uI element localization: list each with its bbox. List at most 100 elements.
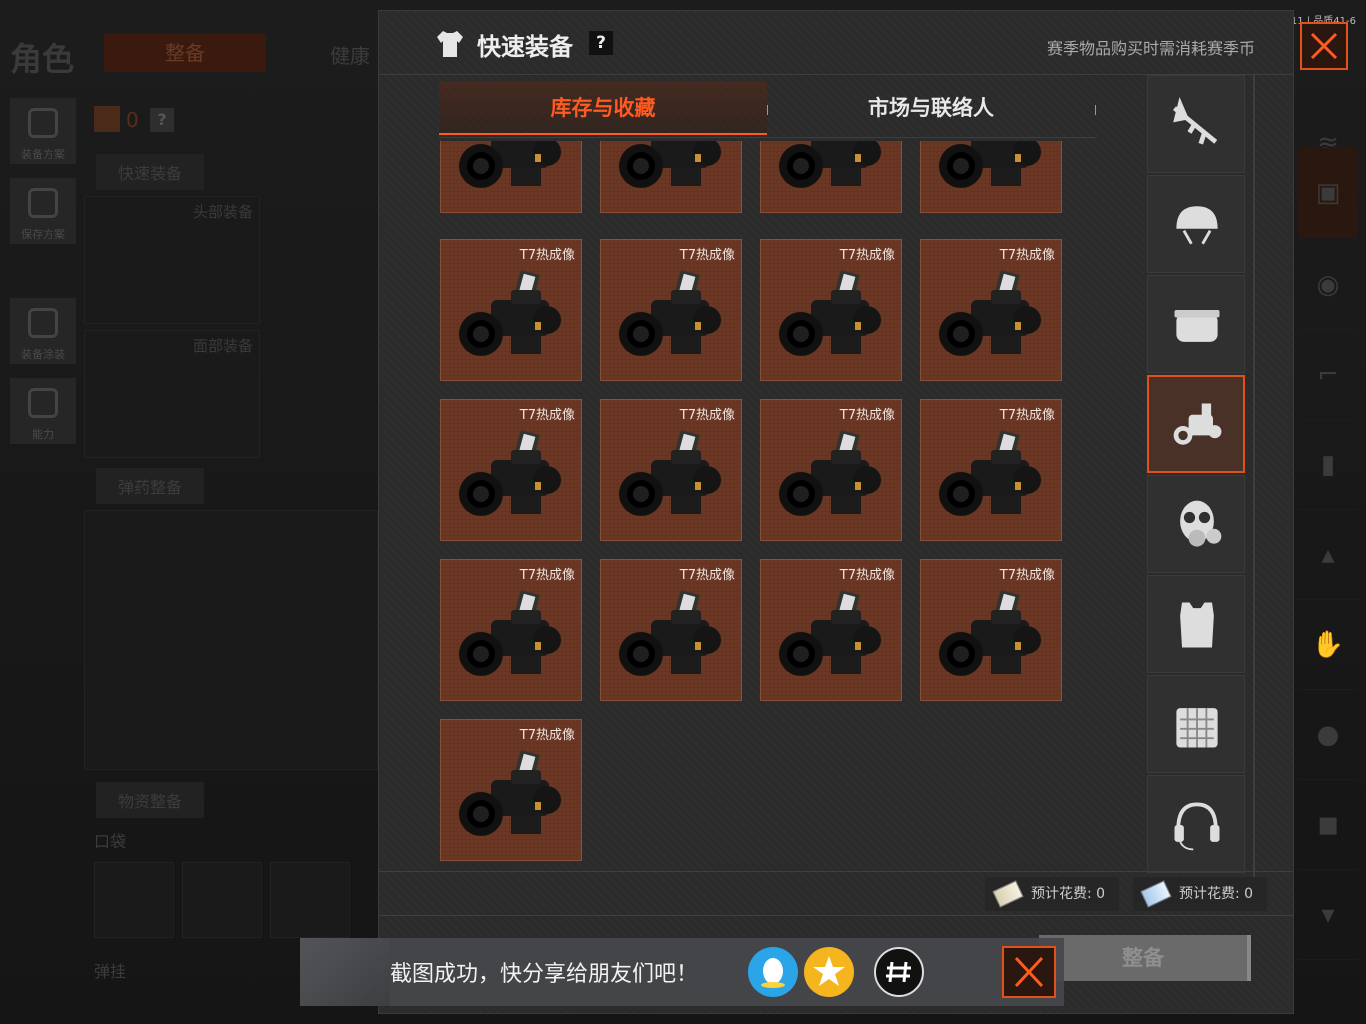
tab-prep[interactable]: 整备 [104,34,266,72]
magazine-slot-icon[interactable]: ▮ [1298,420,1358,510]
rifle-slot-icon[interactable]: ⌐ [1298,330,1358,420]
vest-icon [28,108,58,138]
item-grid: T7热成像 T7热成像 T7热成像 T7热成像 T7热成像 T7热成像 T7热成… [439,141,1099,871]
item-label: T7热成像 [839,408,895,423]
help-button[interactable]: ? [589,31,613,55]
tab-health[interactable]: 健康 [330,40,370,69]
estimated-cost-2: 预计花费: 0 [1133,877,1268,911]
thermal-scope-icon [459,590,561,676]
pocket-slot[interactable] [182,862,262,938]
scrollbar[interactable] [1253,75,1255,881]
category-helmet-accessory[interactable] [1147,275,1245,373]
inventory-item[interactable]: T7热成像 [600,559,742,701]
head-slot[interactable]: 头部装备 [84,196,260,324]
footer-divider [379,871,1293,872]
thermal-scope-icon [459,141,561,188]
inventory-item[interactable]: T7热成像 [440,719,582,861]
supply-prep-label[interactable]: 物资整备 [96,782,205,818]
item-label: T7热成像 [999,248,1055,263]
thermal-scope-icon [619,590,721,676]
tab-market[interactable]: 市场与联络人 [767,81,1095,135]
inventory-item[interactable]: T7热成像 [920,399,1062,541]
pocket-slot[interactable] [270,862,350,938]
loadout-plan-button[interactable]: 装备方案 [10,98,76,164]
rifle-icon [1173,97,1218,145]
close-button[interactable] [1300,22,1348,70]
category-headset[interactable] [1147,775,1245,873]
inventory-item[interactable] [600,141,742,213]
tab-inventory[interactable]: 库存与收藏 [439,81,767,135]
inventory-item[interactable]: T7热成像 [440,399,582,541]
help-icon[interactable]: ? [150,108,174,132]
footer-divider [379,915,1293,916]
item-label: T7热成像 [839,568,895,583]
ammo-prep-label[interactable]: 弹药整备 [96,468,205,504]
inventory-item[interactable] [440,141,582,213]
category-night-vision[interactable] [1147,375,1245,473]
season-notice: 赛季物品购买时需消耗赛季币 [1046,39,1255,58]
inventory-item[interactable]: T7热成像 [760,399,902,541]
item-label: T7热成像 [839,248,895,263]
shirt-icon [437,31,463,57]
rig-label: 弹挂 [94,962,127,981]
item-label: T7热成像 [679,568,735,583]
category-gas-mask[interactable] [1147,475,1245,573]
camera-slot-icon[interactable]: ◉ [1298,240,1358,330]
thermal-scope-icon [939,141,1041,188]
quick-equip-label[interactable]: 快速装备 [96,154,205,190]
category-body-armor[interactable] [1147,575,1245,673]
thermal-scope-icon [459,270,561,356]
selected-slot[interactable]: ▣ [1298,148,1358,238]
category-chest-rig[interactable] [1147,675,1245,773]
inventory-item[interactable]: T7热成像 [920,559,1062,701]
category-rifle[interactable] [1147,75,1245,173]
item-label: T7热成像 [679,408,735,423]
modal-title: 快速装备 [477,33,573,61]
item-label: T7热成像 [999,568,1055,583]
toast-close-button[interactable] [1002,946,1056,998]
qzone-share-icon[interactable] [804,947,854,997]
modal-header: 快速装备 ? 赛季物品购买时需消耗赛季币 [379,11,1293,75]
inventory-item[interactable] [920,141,1062,213]
ability-button[interactable]: 能力 [10,378,76,444]
skin-button[interactable]: 装备涂装 [10,298,76,364]
thermal-scope-icon [779,270,881,356]
item-label: T7热成像 [999,408,1055,423]
item-label: T7热成像 [519,408,575,423]
armor-level-icon [94,106,120,132]
inventory-item[interactable]: T7热成像 [440,559,582,701]
inventory-item[interactable] [760,141,902,213]
inventory-item[interactable]: T7热成像 [760,239,902,381]
inventory-item[interactable]: T7热成像 [760,559,902,701]
category-column [1147,75,1245,881]
glove-slot-icon[interactable]: ✋ [1298,600,1358,690]
kit-slot-icon[interactable]: ◼ [1298,780,1358,870]
helmet-accessory-icon [1174,310,1220,342]
headset-icon [1174,802,1220,851]
inventory-item[interactable]: T7热成像 [600,399,742,541]
inventory-item[interactable]: T7热成像 [440,239,582,381]
grenade-slot-icon[interactable]: ● [1298,690,1358,780]
toast-message: 截图成功，快分享给朋友们吧！ [390,962,699,987]
inventory-item[interactable]: T7热成像 [600,239,742,381]
close-icon [1014,956,1044,988]
misc-slot-icon[interactable]: ▾ [1298,870,1358,960]
inventory-item[interactable]: T7热成像 [920,239,1062,381]
face-slot[interactable]: 面部装备 [84,330,260,458]
item-label: T7热成像 [519,568,575,583]
chest-rig-icon [1176,708,1218,748]
helmet-skin-icon [28,308,58,338]
weapon-slot[interactable] [84,510,378,770]
tabs-divider [439,137,1097,138]
save-plan-button[interactable]: 保存方案 [10,178,76,244]
thermal-scope-icon [779,430,881,516]
tab-divider [1095,105,1096,115]
equip-button[interactable]: 整备 [1039,935,1251,981]
pocket-slot[interactable] [94,862,174,938]
thermal-scope-icon [939,430,1041,516]
category-helmet[interactable] [1147,175,1245,273]
qq-share-icon[interactable] [748,947,798,997]
share-more-icon[interactable] [874,947,924,997]
item-label: T7热成像 [519,728,575,743]
ammo-slot-icon[interactable]: ▴ [1298,510,1358,600]
